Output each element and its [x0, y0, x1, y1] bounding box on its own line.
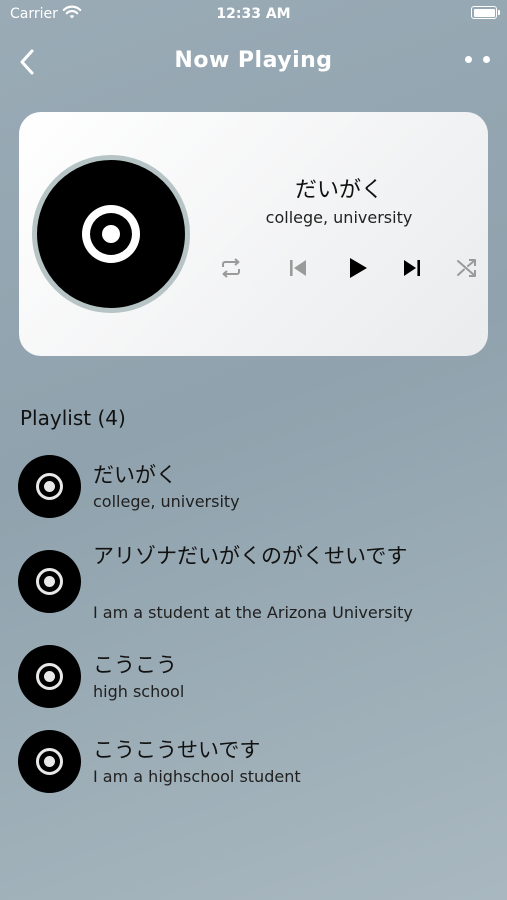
play-icon[interactable] — [341, 252, 373, 284]
playlist-item-subtitle: college, university — [93, 492, 240, 511]
page-title: Now Playing — [174, 48, 333, 73]
playlist-item[interactable]: だいがく college, university — [18, 455, 488, 525]
now-playing-title: だいがく — [294, 178, 383, 203]
skip-previous-icon[interactable] — [282, 252, 314, 284]
repeat-icon[interactable] — [215, 252, 247, 284]
playlist-item-title: アリゾナだいがくのがくせいです — [93, 544, 408, 568]
playlist-item-subtitle: high school — [93, 682, 185, 701]
playback-controls — [207, 252, 476, 284]
playlist-item-title: こうこう — [93, 653, 177, 677]
battery-icon — [471, 6, 500, 19]
playlist-item-subtitle: I am a highschool student — [93, 767, 301, 786]
clock: 12:33 AM — [216, 6, 291, 22]
disc-icon — [18, 645, 81, 708]
more-dots-icon[interactable] — [465, 50, 495, 70]
playlist-item[interactable]: こうこう high school — [18, 645, 488, 715]
disc-icon — [18, 455, 81, 518]
playlist-item-subtitle: I am a student at the Arizona University — [93, 603, 413, 622]
disc-icon — [18, 730, 81, 793]
skip-next-icon[interactable] — [396, 252, 428, 284]
playlist-item-title: こうこうせいです — [93, 738, 261, 762]
disc-icon — [18, 550, 81, 613]
now-playing-subtitle: college, university — [265, 208, 413, 227]
playlist-item[interactable]: こうこうせいです I am a highschool student — [18, 730, 488, 800]
nav-bar: Now Playing — [0, 40, 507, 84]
playlist-item[interactable]: アリゾナだいがくのがくせいです I am a student at the Ar… — [18, 538, 488, 628]
now-playing-card: だいがく college, university — [19, 112, 488, 356]
status-bar: Carrier 12:33 AM — [0, 0, 507, 28]
disc-artwork-icon — [32, 155, 190, 313]
playlist-header: Playlist (4) — [20, 406, 126, 430]
playlist-item-title: だいがく — [93, 463, 177, 487]
shuffle-icon[interactable] — [451, 252, 483, 284]
